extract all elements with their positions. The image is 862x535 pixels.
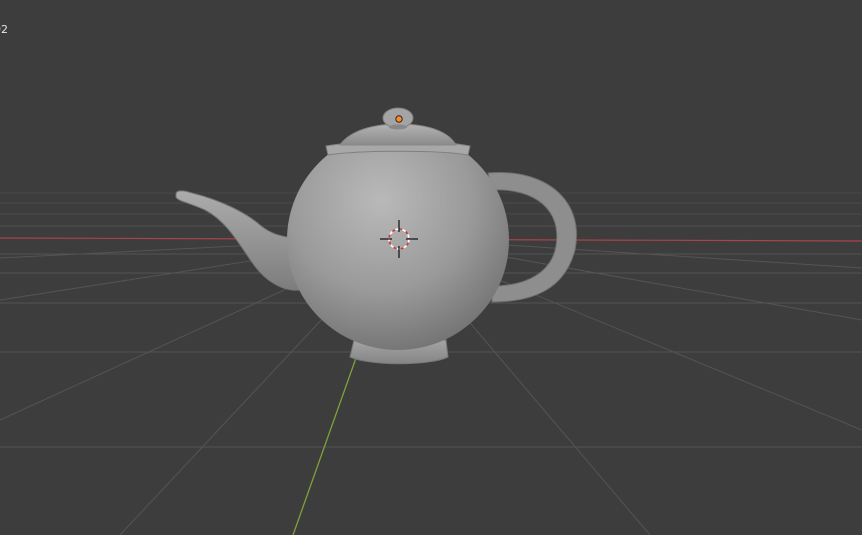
- teapot-spout: [175, 190, 301, 291]
- teapot-knob-neck: [389, 124, 407, 130]
- teapot-body: [287, 130, 509, 350]
- object-origin-icon: [395, 115, 403, 123]
- 3d-viewport[interactable]: 02: [0, 0, 862, 535]
- viewport-overlay-text: 02: [0, 23, 8, 36]
- viewport-scene[interactable]: [0, 0, 862, 535]
- teapot-object[interactable]: [175, 107, 577, 365]
